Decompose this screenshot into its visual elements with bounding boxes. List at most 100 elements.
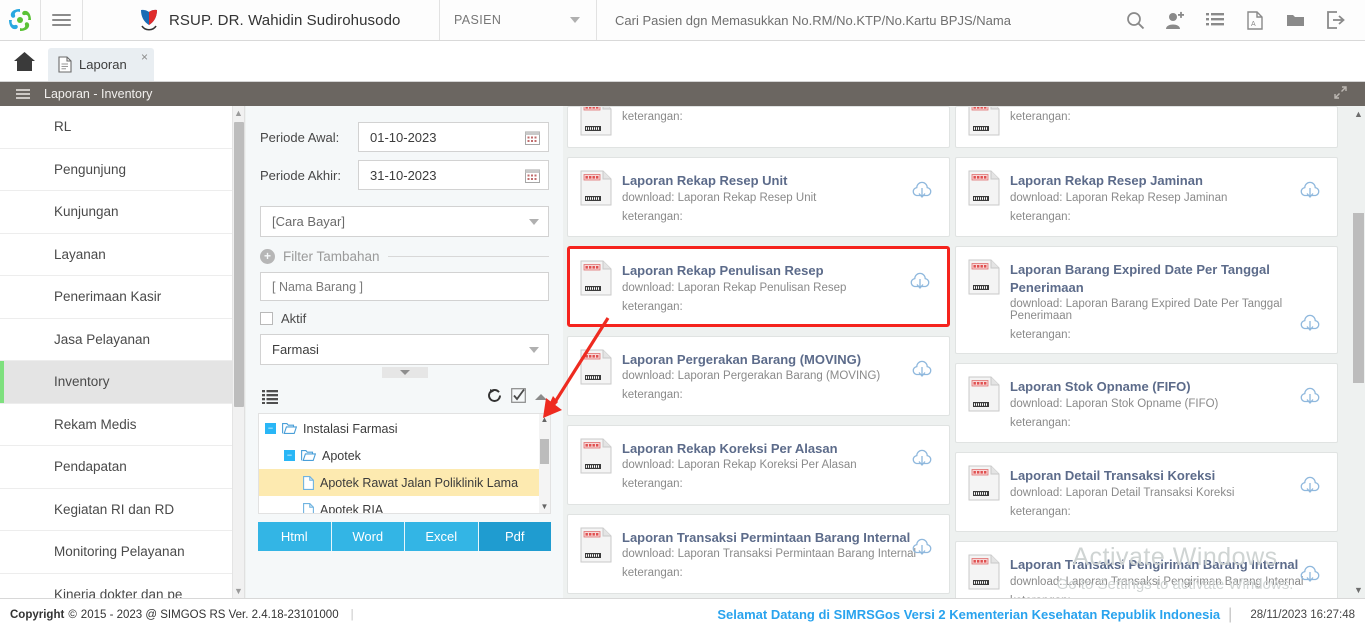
export-format-buttons: Html Word Excel Pdf: [258, 522, 551, 551]
hamburger-icon[interactable]: [16, 86, 30, 101]
export-word-button[interactable]: Word: [331, 522, 405, 551]
aktif-checkbox[interactable]: Aktif: [260, 311, 549, 326]
report-card[interactable]: Laporan Rekap Penulisan Resep download: L…: [567, 246, 950, 327]
calendar-icon[interactable]: [525, 168, 540, 183]
sidebar-item-kinerja-dokter-dan-pe[interactable]: Kinerja dokter dan pe: [0, 574, 232, 598]
tree-node[interactable]: Apotek Rawat Jalan Poliklinik Lama: [259, 469, 550, 496]
main-scrollbar[interactable]: ▲ ▼: [1352, 106, 1365, 598]
export-excel-button[interactable]: Excel: [405, 522, 479, 551]
unit-select[interactable]: Farmasi: [260, 334, 549, 365]
top-bar: RSUP. DR. Wahidin Sudirohusodo PASIEN Ca…: [0, 0, 1365, 41]
tree-node[interactable]: − Instalasi Farmasi: [259, 415, 550, 442]
sidebar-item-monitoring-pelayanan[interactable]: Monitoring Pelayanan: [0, 531, 232, 574]
sidebar-item-pengunjung[interactable]: Pengunjung: [0, 149, 232, 191]
cloud-download-icon[interactable]: [911, 359, 933, 381]
report-card[interactable]: Laporan Pergerakan Barang (MOVING) downlo…: [567, 335, 950, 416]
cloud-download-icon[interactable]: [909, 271, 931, 293]
report-card[interactable]: Laporan Barang Expired Date Per Tanggal …: [955, 246, 1338, 355]
laporan-document-icon: [968, 554, 1000, 598]
tab-laporan[interactable]: Laporan ×: [48, 48, 154, 81]
history-refresh-icon[interactable]: [487, 388, 502, 408]
main-menu-toggle[interactable]: [41, 0, 83, 40]
report-card[interactable]: keterangan:: [567, 106, 950, 148]
checkbox-box[interactable]: [260, 312, 273, 325]
chevron-down-icon: [529, 218, 539, 225]
scroll-up-arrow-icon[interactable]: ▲: [1352, 106, 1365, 122]
periode-awal-input[interactable]: 01-10-2023: [358, 122, 549, 152]
tree-toggle-icon[interactable]: −: [265, 423, 276, 434]
home-icon: [13, 51, 35, 71]
tree-toggle-icon[interactable]: −: [284, 450, 295, 461]
sidebar-item-inventory[interactable]: Inventory: [0, 361, 232, 404]
scroll-down-arrow-icon[interactable]: ▼: [539, 501, 550, 513]
tree-scroll-thumb[interactable]: [540, 439, 549, 464]
sidebar-item-pendapatan[interactable]: Pendapatan: [0, 446, 232, 489]
cloud-download-icon[interactable]: [911, 180, 933, 202]
list-icon[interactable]: [1195, 0, 1235, 40]
plus-circle-icon[interactable]: +: [260, 249, 275, 264]
report-card[interactable]: Laporan Transaksi Permintaan Barang Inte…: [567, 513, 950, 594]
search-icon[interactable]: [1115, 0, 1155, 40]
tree-node[interactable]: Apotek RIA: [259, 496, 550, 513]
footer-divider: |: [350, 608, 354, 621]
sidebar-item-label: Pengunjung: [54, 161, 127, 177]
report-card[interactable]: Laporan Rekap Koreksi Per Alasan download…: [567, 424, 950, 505]
report-title: Laporan Barang Expired Date Per Tanggal …: [1010, 262, 1270, 295]
calendar-icon[interactable]: [525, 130, 540, 145]
report-card[interactable]: Laporan Rekap Resep Unit download: Lapora…: [567, 157, 950, 237]
pdf-icon[interactable]: A: [1235, 0, 1275, 40]
sidebar-scroll-thumb[interactable]: [234, 122, 244, 407]
report-keterangan-label: keterangan:: [622, 111, 683, 123]
cara-bayar-select[interactable]: [Cara Bayar]: [260, 206, 549, 237]
logout-icon[interactable]: [1315, 0, 1355, 40]
export-html-button[interactable]: Html: [258, 522, 332, 551]
patient-search-field[interactable]: Cari Pasien dgn Memasukkan No.RM/No.KTP/…: [597, 0, 1115, 40]
cloud-download-icon[interactable]: [911, 448, 933, 470]
report-title: Laporan Rekap Koreksi Per Alasan: [622, 440, 838, 456]
folder-icon[interactable]: [1275, 0, 1315, 40]
add-user-icon[interactable]: [1155, 0, 1195, 40]
sidebar-item-penerimaan-kasir[interactable]: Penerimaan Kasir: [0, 276, 232, 319]
panel-collapse-handle[interactable]: [381, 367, 428, 378]
expand-arrows-icon[interactable]: [1334, 86, 1347, 102]
tree-node[interactable]: − Apotek: [259, 442, 550, 469]
main-scroll-thumb[interactable]: [1353, 213, 1364, 383]
sidebar-item-rekam-medis[interactable]: Rekam Medis: [0, 404, 232, 446]
scroll-down-arrow-icon[interactable]: ▼: [233, 584, 244, 598]
simgos-logo-icon: [9, 9, 31, 31]
sidebar-item-layanan[interactable]: Layanan: [0, 234, 232, 276]
nama-barang-input[interactable]: [ Nama Barang ]: [260, 272, 549, 301]
sidebar-item-label: Rekam Medis: [54, 416, 137, 432]
sidebar-item-jasa-pelayanan[interactable]: Jasa Pelayanan: [0, 319, 232, 361]
tab-close-icon[interactable]: ×: [141, 50, 148, 64]
tree-scrollbar[interactable]: ▲ ▼: [539, 414, 550, 513]
report-card[interactable]: Laporan Stok Opname (FIFO) download: Lapo…: [955, 363, 1338, 444]
sidebar-scrollbar[interactable]: ▲ ▼: [233, 106, 245, 598]
context-select[interactable]: PASIEN: [440, 0, 597, 40]
report-download-label: download: Laporan Stok Opname (FIFO): [1010, 397, 1219, 410]
cloud-download-icon[interactable]: [1299, 475, 1321, 497]
cloud-download-icon[interactable]: [911, 537, 933, 559]
cloud-download-icon[interactable]: [1299, 564, 1321, 586]
app-logo[interactable]: [0, 0, 41, 40]
sidebar-item-kunjungan[interactable]: Kunjungan: [0, 191, 232, 234]
scroll-down-arrow-icon[interactable]: ▼: [1352, 582, 1365, 598]
periode-akhir-input[interactable]: 31-10-2023: [358, 160, 549, 190]
scroll-up-arrow-icon[interactable]: ▲: [539, 414, 550, 426]
report-card[interactable]: Laporan Detail Transaksi Koreksi download…: [955, 452, 1338, 533]
caret-up-icon[interactable]: [535, 389, 547, 407]
home-tab[interactable]: [0, 41, 48, 81]
report-card[interactable]: Laporan Transaksi Pengiriman Barang Inte…: [955, 541, 1338, 598]
report-card[interactable]: keterangan:: [955, 106, 1338, 148]
sidebar-item-rl[interactable]: RL: [0, 106, 232, 149]
export-pdf-button[interactable]: Pdf: [478, 522, 551, 551]
cloud-download-icon[interactable]: [1299, 386, 1321, 408]
sidebar-item-kegiatan-ri-dan-rd[interactable]: Kegiatan RI dan RD: [0, 489, 232, 531]
report-card[interactable]: Laporan Rekap Resep Jaminan download: Lap…: [955, 157, 1338, 237]
periode-awal-row: Periode Awal: 01-10-2023: [260, 118, 549, 156]
checkbox-checked-icon[interactable]: [511, 388, 526, 408]
cloud-download-icon[interactable]: [1299, 180, 1321, 202]
scroll-up-arrow-icon[interactable]: ▲: [233, 106, 244, 120]
list-bullets-icon[interactable]: [262, 389, 278, 407]
cloud-download-icon[interactable]: [1299, 313, 1321, 335]
